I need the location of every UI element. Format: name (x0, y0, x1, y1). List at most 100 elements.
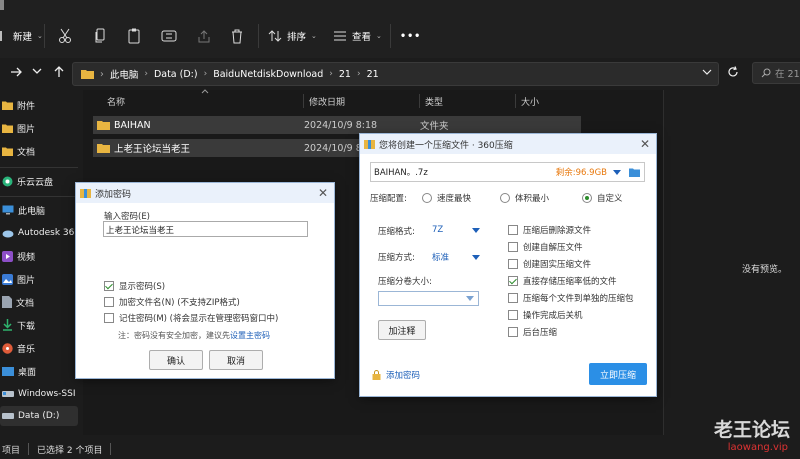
background-compress-checkbox[interactable]: 后台压缩 (508, 326, 557, 338)
add-comment-button[interactable]: 加注释 (378, 320, 426, 340)
self-extracting-checkbox[interactable]: 创建自解压文件 (508, 241, 583, 253)
sort-button[interactable]: 排序 ⌄ (268, 26, 317, 46)
sidebar-item-attachments[interactable]: 附件 (0, 95, 78, 115)
radio-selected-icon (582, 193, 592, 203)
column-header-type[interactable]: 类型 (425, 90, 443, 112)
share-button[interactable] (197, 26, 211, 46)
drive-icon (2, 412, 14, 420)
trash-icon (231, 29, 243, 44)
rename-button[interactable] (161, 26, 177, 46)
status-bar: 项目 已选择 2 个项目 (0, 439, 800, 459)
refresh-icon[interactable] (727, 66, 739, 78)
command-bar: 新建 ⌄ 排序 ⌄ 查看 ⌄ ••• (0, 0, 800, 58)
close-icon[interactable]: ✕ (318, 186, 328, 200)
solid-archive-checkbox[interactable]: 创建固实压缩文件 (508, 258, 591, 270)
add-password-link[interactable]: 添加密码 (372, 369, 420, 381)
method-select[interactable]: 标准 (432, 251, 480, 263)
sidebar-item-autodesk[interactable]: Autodesk 36 (0, 223, 78, 243)
radio-icon (422, 193, 432, 203)
password-input[interactable]: 上老王论坛当老王 (103, 221, 308, 237)
close-icon[interactable]: ✕ (640, 137, 650, 151)
separate-archives-checkbox[interactable]: 压缩每个文件到单独的压缩包 (508, 292, 634, 304)
watermark-url: laowang.vip (727, 442, 788, 453)
folder-icon (97, 143, 110, 153)
folder-icon (97, 120, 110, 130)
config-fastest-radio[interactable]: 速度最快 (422, 192, 471, 204)
column-header-size[interactable]: 大小 (521, 90, 539, 112)
more-options-button[interactable]: ••• (400, 26, 421, 46)
breadcrumb-baidu[interactable]: BaiduNetdiskDownload › (213, 69, 339, 80)
folder-icon (81, 69, 94, 79)
up-arrow-icon[interactable] (53, 65, 65, 78)
checkbox-icon (508, 293, 518, 303)
shutdown-after-checkbox[interactable]: 操作完成后关机 (508, 309, 583, 321)
remember-password-checkbox[interactable]: 记住密码(M) (将会显示在管理密码窗口中) (104, 312, 278, 324)
view-icon (333, 30, 347, 42)
dropdown-arrow-icon (466, 296, 474, 301)
sidebar-item-windows-drive[interactable]: Windows-SSI (0, 384, 78, 404)
search-icon (761, 68, 771, 78)
checkbox-checked-icon (104, 281, 114, 291)
chevron-down-icon[interactable] (32, 67, 42, 75)
breadcrumb-this-pc[interactable]: 此电脑 › (110, 67, 154, 81)
format-select[interactable]: 7Z (432, 225, 480, 235)
column-header-name[interactable]: 名称 (107, 90, 125, 112)
column-header-date[interactable]: 修改日期 (309, 90, 345, 112)
address-bar[interactable]: › 此电脑 › Data (D:) › BaiduNetdiskDownload › … (72, 62, 719, 86)
sidebar-item-this-pc[interactable]: 此电脑 (0, 200, 78, 220)
sidebar-item-music[interactable]: 音乐 (0, 338, 78, 358)
preview-text: 没有预览。 (742, 265, 788, 275)
sidebar-item-pictures[interactable]: 图片 (0, 269, 78, 289)
cut-button[interactable] (58, 26, 72, 46)
chevron-right-icon: › (100, 68, 104, 80)
cancel-button[interactable]: 取消 (209, 350, 263, 370)
archive-name-field[interactable]: BAIHAN。.7z 剩余:96.9GB (370, 162, 645, 182)
copy-button[interactable] (94, 26, 106, 46)
dropdown-arrow-icon[interactable] (613, 169, 621, 175)
sidebar-item-documents[interactable]: 文档 (0, 292, 78, 312)
new-button[interactable]: 新建 ⌄ (0, 26, 43, 46)
chevron-down-icon: ⌄ (376, 32, 382, 40)
breadcrumb-21[interactable]: 21 › (339, 69, 367, 80)
archive-icon (80, 188, 91, 199)
paste-button[interactable] (128, 26, 140, 46)
ok-button[interactable]: 确认 (149, 350, 203, 370)
preview-pane: 没有预览。 (663, 90, 800, 435)
show-password-checkbox[interactable]: 显示密码(S) (104, 280, 165, 292)
watermark-logo: 老王论坛 laowang.vip (702, 411, 800, 459)
sidebar-item-pictures-quick[interactable]: 图片 (0, 118, 78, 138)
encrypt-filenames-checkbox[interactable]: 加密文件名(N) (不支持ZIP格式) (104, 296, 240, 308)
split-size-label: 压缩分卷大小: (378, 277, 432, 287)
lock-icon (372, 370, 381, 380)
sort-icon (268, 29, 282, 43)
breadcrumb-data-drive[interactable]: Data (D:) › (154, 69, 213, 80)
config-custom-radio[interactable]: 自定义 (582, 192, 623, 204)
sidebar-item-videos[interactable]: 视频 (0, 246, 78, 266)
sidebar-item-cloud[interactable]: 乐云云盘 (0, 171, 78, 191)
delete-source-checkbox[interactable]: 压缩后删除源文件 (508, 224, 591, 236)
chevron-right-icon: › (144, 69, 148, 79)
sidebar-item-desktop[interactable]: 桌面 (0, 361, 78, 381)
browse-folder-icon[interactable] (629, 168, 640, 177)
store-low-ratio-checkbox[interactable]: 直接存储压缩率低的文件 (508, 275, 617, 287)
chevron-right-icon: › (203, 69, 208, 79)
search-box[interactable]: 在 21 (752, 62, 800, 84)
sidebar-item-documents-quick[interactable]: 文档 (0, 141, 78, 161)
config-smallest-radio[interactable]: 体积最小 (500, 192, 549, 204)
cloud-drive-icon (2, 229, 14, 238)
sidebar-item-data-drive[interactable]: Data (D:) (0, 406, 78, 426)
forward-arrow-icon[interactable] (10, 66, 22, 78)
split-size-combobox[interactable] (378, 291, 479, 306)
toolbar-divider (44, 24, 45, 48)
radio-icon (500, 193, 510, 203)
set-master-password-link[interactable]: 设置主密码 (230, 331, 270, 340)
view-button[interactable]: 查看 ⌄ (333, 26, 382, 46)
compress-now-button[interactable]: 立即压缩 (589, 363, 647, 385)
address-dropdown-icon[interactable] (702, 68, 712, 76)
config-label: 压缩配置: (370, 194, 407, 204)
delete-button[interactable] (231, 26, 243, 46)
sidebar-item-downloads[interactable]: 下载 (0, 315, 78, 335)
format-label: 压缩格式: (378, 227, 415, 237)
breadcrumb-21-current[interactable]: 21 (367, 69, 379, 80)
table-row[interactable]: BAIHAN 2024/10/9 8:18 文件夹 (93, 116, 581, 134)
